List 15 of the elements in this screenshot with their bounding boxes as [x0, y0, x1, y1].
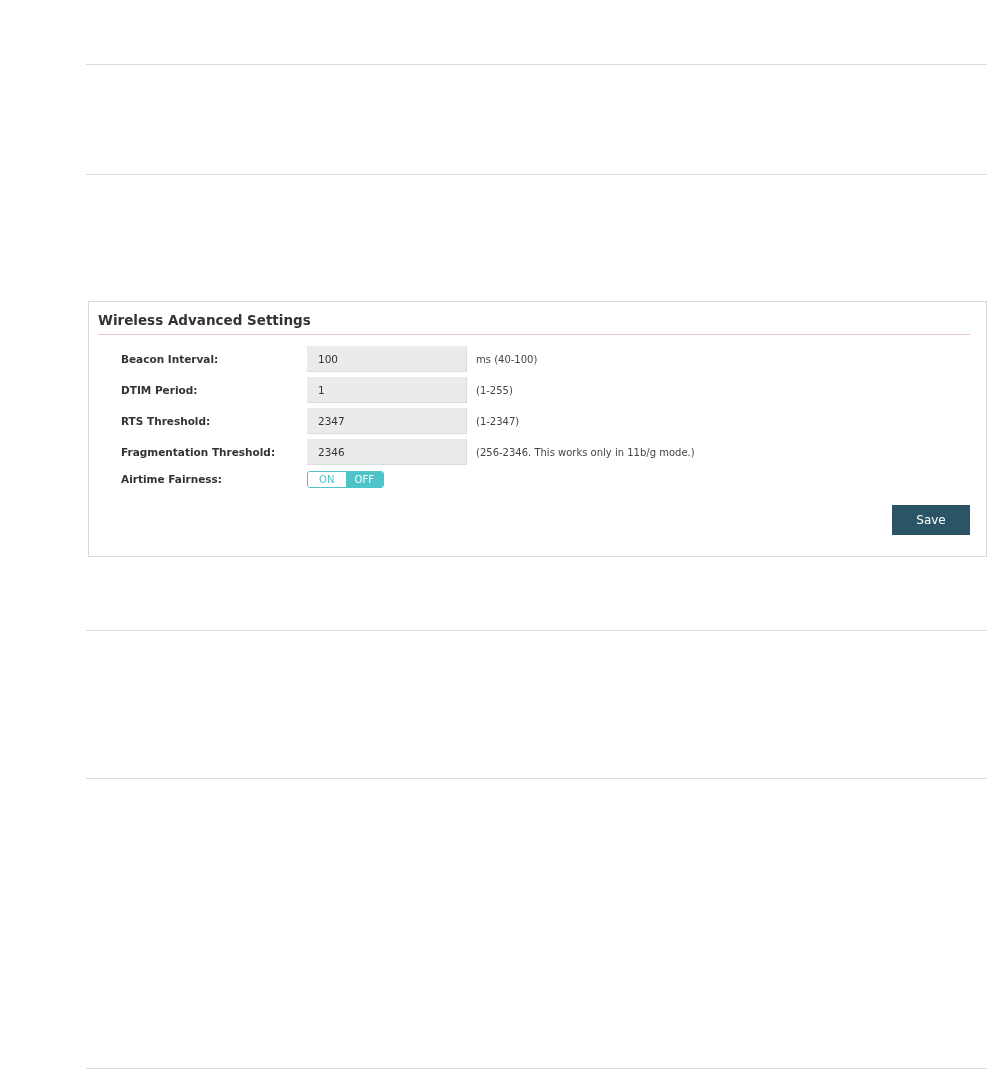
- field-label: RTS Threshold:: [120, 415, 212, 427]
- input-field[interactable]: 2346: [307, 439, 467, 465]
- input-field[interactable]: 100: [307, 346, 467, 372]
- field-hint: (1-255): [476, 384, 513, 396]
- field-label: DTIM Period:: [120, 384, 199, 396]
- input-field[interactable]: 2347: [307, 408, 467, 434]
- field-hint: ms (40-100): [476, 353, 538, 365]
- field-label: Airtime Fairness:: [120, 473, 223, 485]
- field-hint: (256-2346. This works only in 11b/g mode.): [476, 446, 695, 458]
- field-hint: (1-2347): [476, 415, 520, 427]
- field-label: Fragmentation Threshold:: [120, 446, 277, 458]
- save-button[interactable]: Save: [892, 505, 970, 535]
- input-field[interactable]: 1: [307, 377, 467, 403]
- panel-title: Wireless Advanced Settings: [98, 311, 311, 328]
- field-label: Beacon Interval:: [120, 353, 220, 365]
